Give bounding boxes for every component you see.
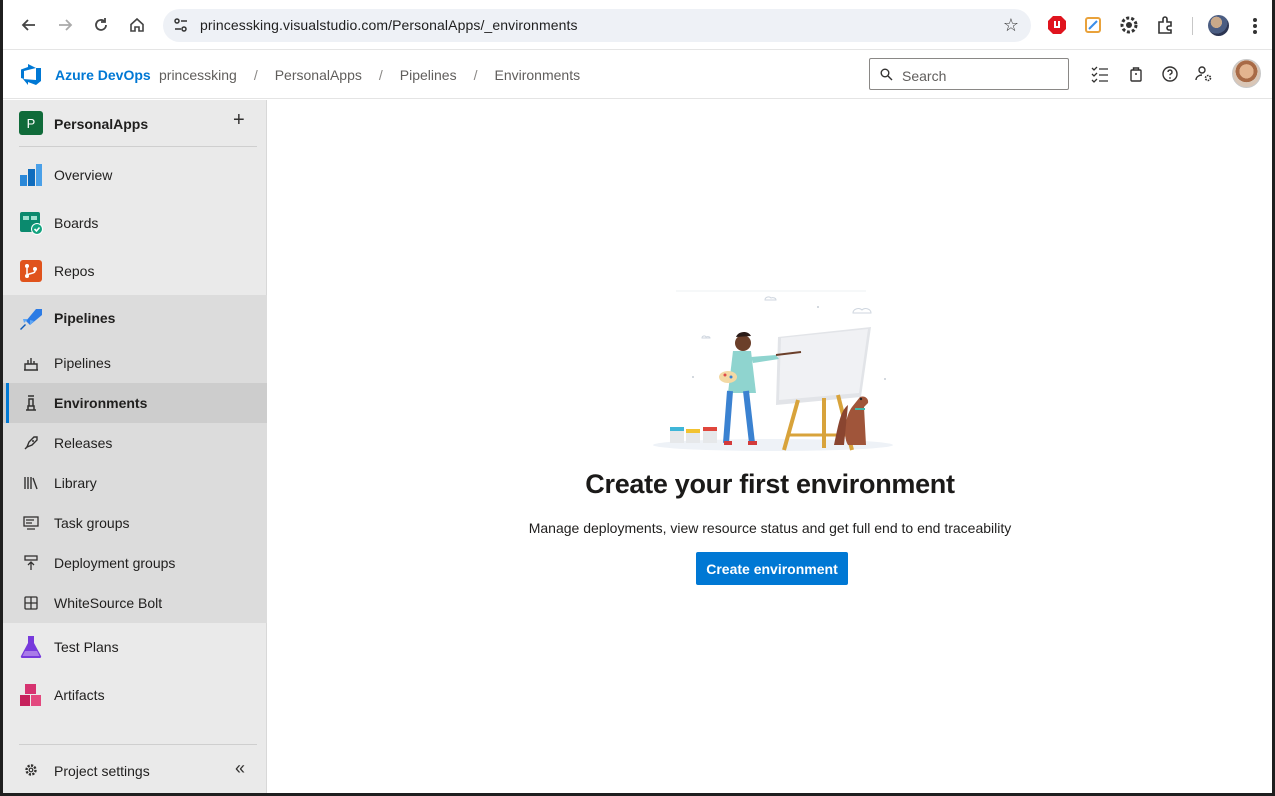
pipelines-icon <box>20 309 42 330</box>
user-settings-icon[interactable] <box>1195 65 1213 83</box>
test-plans-flask-icon <box>20 636 42 658</box>
main-content: Create your first environment Manage dep… <box>268 100 1272 793</box>
left-navigation: P PersonalApps + Overview Boards Repos P… <box>3 100 267 793</box>
breadcrumb-environments[interactable]: Environments <box>495 67 581 83</box>
nav-label: Environments <box>54 395 148 411</box>
ado-top-bar: Azure DevOps princessking / PersonalApps… <box>3 50 1272 99</box>
overview-icon <box>20 164 42 186</box>
menu-icon[interactable] <box>1248 15 1262 37</box>
search-icon <box>880 68 893 81</box>
subnav-item-releases[interactable]: Releases <box>3 423 267 463</box>
nav-label: Library <box>54 475 97 491</box>
browser-profile-avatar[interactable] <box>1208 15 1229 36</box>
gear-extension-icon[interactable] <box>1119 15 1139 35</box>
breadcrumb-project[interactable]: PersonalApps <box>275 67 362 83</box>
address-bar[interactable]: princessking.visualstudio.com/PersonalAp… <box>163 9 1031 42</box>
back-icon[interactable] <box>17 13 41 37</box>
nav-item-overview[interactable]: Overview <box>3 152 267 200</box>
subnav-item-library[interactable]: Library <box>3 463 267 503</box>
nav-label: Artifacts <box>54 687 105 703</box>
project-settings-label: Project settings <box>54 763 150 779</box>
nav-label: Repos <box>54 263 95 279</box>
extensions-icon[interactable] <box>1155 15 1175 35</box>
reload-icon[interactable] <box>89 13 113 37</box>
bookmark-star-icon[interactable]: ☆ <box>1003 15 1019 36</box>
nav-item-repos[interactable]: Repos <box>3 248 267 296</box>
task-groups-icon <box>23 516 39 530</box>
browser-toolbar: princessking.visualstudio.com/PersonalAp… <box>3 0 1272 50</box>
whitesource-grid-icon <box>24 596 38 610</box>
pipelines-section: Pipelines Pipelines Environments Release… <box>3 295 267 623</box>
gear-icon <box>25 764 37 776</box>
releases-rocket-icon <box>24 436 38 450</box>
user-avatar[interactable] <box>1232 59 1261 88</box>
nav-label: Pipelines <box>54 310 116 326</box>
subnav-item-whitesource-bolt[interactable]: WhiteSource Bolt <box>3 583 267 623</box>
marketplace-bag-icon[interactable] <box>1127 65 1145 83</box>
work-items-icon[interactable] <box>1091 65 1109 83</box>
subnav-item-deployment-groups[interactable]: Deployment groups <box>3 543 267 583</box>
search-placeholder: Search <box>902 68 947 84</box>
project-header[interactable]: P PersonalApps + <box>19 109 257 147</box>
toolbar-divider <box>1192 17 1193 35</box>
breadcrumb-pipelines[interactable]: Pipelines <box>400 67 457 83</box>
nav-label: Boards <box>54 215 99 231</box>
boards-icon <box>20 212 43 235</box>
site-settings-icon[interactable] <box>173 17 189 33</box>
forward-icon[interactable] <box>53 13 77 37</box>
azure-devops-logo-icon[interactable] <box>19 63 43 87</box>
environments-icon <box>26 395 36 411</box>
url-text: princessking.visualstudio.com/PersonalAp… <box>200 17 578 33</box>
nav-label: Test Plans <box>54 639 119 655</box>
nav-label: WhiteSource Bolt <box>54 595 163 611</box>
nav-item-boards[interactable]: Boards <box>3 200 267 248</box>
painter-illustration <box>653 290 893 451</box>
nav-item-pipelines[interactable]: Pipelines <box>3 295 267 343</box>
nav-label: Task groups <box>54 515 130 531</box>
breadcrumb-organization[interactable]: princessking <box>159 67 237 83</box>
breadcrumb-separator: / <box>473 67 478 83</box>
subnav-item-task-groups[interactable]: Task groups <box>3 503 267 543</box>
breadcrumb: princessking / PersonalApps / Pipelines … <box>159 67 580 83</box>
browser-window: princessking.visualstudio.com/PersonalAp… <box>0 0 1275 796</box>
subnav-item-pipelines[interactable]: Pipelines <box>3 343 267 383</box>
sidebar-divider <box>19 744 257 745</box>
repos-icon <box>20 260 42 282</box>
project-badge: P <box>19 111 43 135</box>
nav-label: Deployment groups <box>54 555 176 571</box>
nav-label: Releases <box>54 435 113 451</box>
home-icon[interactable] <box>125 13 149 37</box>
breadcrumb-separator: / <box>378 67 383 83</box>
color-picker-extension-icon[interactable] <box>1083 15 1103 35</box>
pipelines-sub-icon <box>24 358 38 371</box>
adblock-extension-icon[interactable] <box>1047 15 1067 35</box>
library-icon <box>24 477 38 490</box>
collapse-sidebar-icon[interactable]: « <box>235 758 245 779</box>
search-box[interactable]: Search <box>869 58 1069 90</box>
add-icon[interactable]: + <box>233 109 245 132</box>
nav-label: Overview <box>54 167 113 183</box>
deployment-groups-icon <box>24 555 38 570</box>
subnav-item-environments[interactable]: Environments <box>3 383 267 423</box>
brand-link[interactable]: Azure DevOps <box>55 67 151 83</box>
project-settings[interactable]: Project settings « <box>3 754 267 786</box>
artifacts-icon <box>20 684 41 706</box>
empty-state-title: Create your first environment <box>585 469 955 499</box>
help-icon[interactable] <box>1161 65 1179 83</box>
nav-item-artifacts[interactable]: Artifacts <box>3 672 267 720</box>
project-name[interactable]: PersonalApps <box>54 116 148 132</box>
breadcrumb-separator: / <box>253 67 258 83</box>
empty-state-description: Manage deployments, view resource status… <box>528 520 1012 536</box>
nav-item-test-plans[interactable]: Test Plans <box>3 624 267 672</box>
nav-label: Pipelines <box>54 355 111 371</box>
create-environment-button[interactable]: Create environment <box>696 552 848 585</box>
